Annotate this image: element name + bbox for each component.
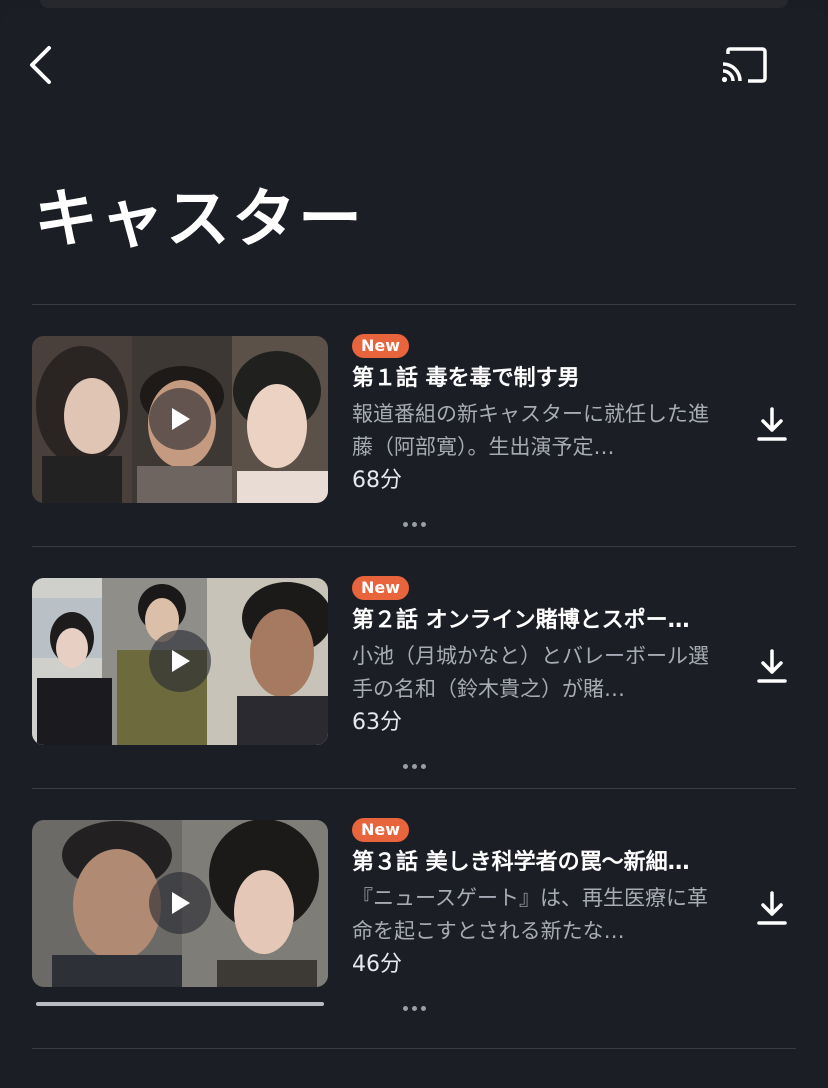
play-icon xyxy=(172,650,190,672)
episode-title: 第１話 毒を毒で制す男 xyxy=(352,366,580,391)
play-icon xyxy=(172,408,190,430)
watch-progress-fill xyxy=(36,1002,324,1006)
cast-icon xyxy=(721,47,767,83)
episode-duration: 68分 xyxy=(352,468,402,493)
new-badge: New xyxy=(352,818,410,842)
episode-description: 『ニュースゲート』は、再生医療に革命を起こすとされる新たな… xyxy=(352,886,708,943)
play-icon xyxy=(172,892,190,914)
download-button[interactable] xyxy=(748,884,796,932)
more-dot xyxy=(420,763,426,769)
play-button[interactable] xyxy=(149,630,211,692)
episode-duration: 63分 xyxy=(352,710,402,735)
new-badge: New xyxy=(352,576,410,600)
divider xyxy=(32,1048,796,1049)
play-button[interactable] xyxy=(149,872,211,934)
more-dot xyxy=(411,763,417,769)
download-icon xyxy=(757,891,787,925)
episode-sheet: キャスター New 第１話 毒を毒で制す男 報道番組の新キャスターに就任した進藤… xyxy=(0,8,828,1088)
download-icon xyxy=(757,649,787,683)
page-title: キャスター xyxy=(34,183,364,257)
more-dot xyxy=(420,1005,426,1011)
episode-title: 第２話 オンライン賭博とスポー… xyxy=(352,608,690,633)
more-dot xyxy=(402,763,408,769)
download-icon xyxy=(757,407,787,441)
episode-thumbnail[interactable] xyxy=(32,578,328,745)
more-options-button[interactable] xyxy=(394,516,434,532)
more-options-button[interactable] xyxy=(394,758,434,774)
episode-duration: 46分 xyxy=(352,952,402,977)
backdrop-strip xyxy=(40,0,788,8)
more-dot xyxy=(402,1005,408,1011)
more-dot xyxy=(411,521,417,527)
episode-thumbnail[interactable] xyxy=(32,820,328,987)
new-badge: New xyxy=(352,334,410,358)
episode-row-2[interactable]: New 第２話 オンライン賭博とスポー… 小池（月城かなと）とバレーボール選手の… xyxy=(0,546,828,788)
episode-thumbnail[interactable] xyxy=(32,336,328,503)
episode-row-1[interactable]: New 第１話 毒を毒で制す男 報道番組の新キャスターに就任した進藤（阿部寛）。… xyxy=(0,304,828,546)
back-button[interactable] xyxy=(16,40,64,90)
episode-row-3[interactable]: New 第３話 美しき科学者の罠〜新細… 『ニュースゲート』は、再生医療に革命を… xyxy=(0,788,828,1030)
episode-description: 小池（月城かなと）とバレーボール選手の名和（鈴木貴之）が賭… xyxy=(352,644,709,701)
episode-title: 第３話 美しき科学者の罠〜新細… xyxy=(352,850,690,875)
more-options-button[interactable] xyxy=(394,1000,434,1016)
watch-progress-bar xyxy=(36,1002,324,1006)
download-button[interactable] xyxy=(748,400,796,448)
more-dot xyxy=(420,521,426,527)
cast-button[interactable] xyxy=(712,38,776,94)
more-dot xyxy=(411,1005,417,1011)
download-button[interactable] xyxy=(748,642,796,690)
chevron-left-icon xyxy=(30,46,51,84)
episode-description: 報道番組の新キャスターに就任した進藤（阿部寛）。生出演予定… xyxy=(352,402,709,459)
play-button[interactable] xyxy=(149,388,211,450)
more-dot xyxy=(402,521,408,527)
